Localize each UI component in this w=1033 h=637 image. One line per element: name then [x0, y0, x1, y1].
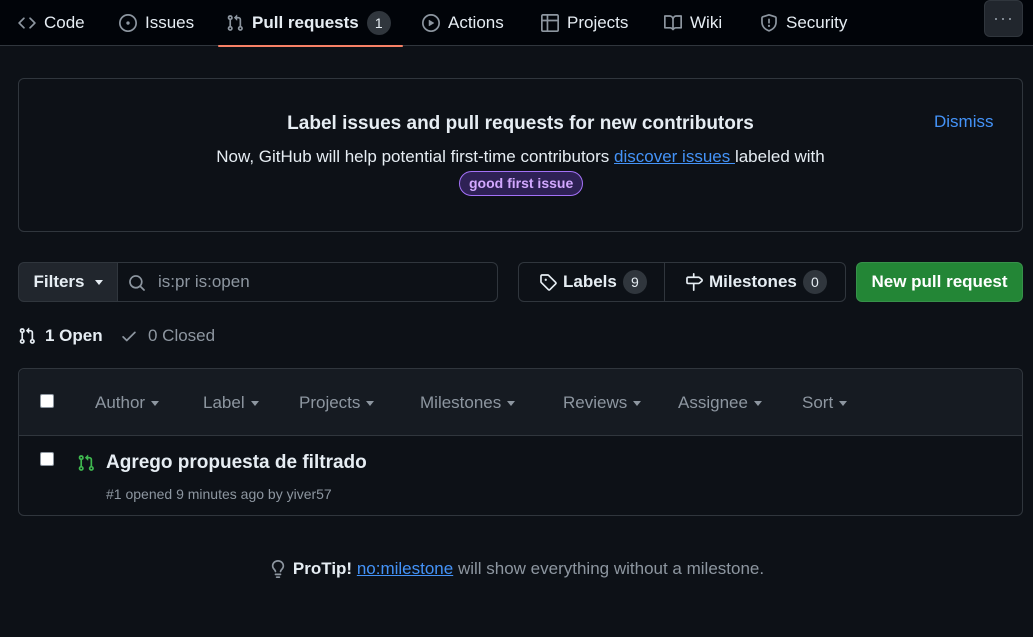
open-pull-requests-link[interactable]: 1 Open	[18, 323, 103, 349]
search-icon	[129, 275, 145, 291]
projects-filter[interactable]: Projects	[299, 391, 375, 415]
light-bulb-icon	[271, 560, 285, 578]
sort-filter[interactable]: Sort	[802, 391, 848, 415]
pull-requests-count-badge: 1	[366, 11, 391, 35]
milestone-icon	[686, 273, 703, 291]
assignee-filter[interactable]: Assignee	[678, 391, 762, 415]
milestones-filter[interactable]: Milestones	[420, 391, 516, 415]
chevron-down-icon	[839, 400, 848, 406]
pr-select-checkbox[interactable]	[40, 452, 54, 466]
chevron-down-icon	[366, 400, 375, 406]
tab-code[interactable]: Code	[10, 0, 93, 46]
author-filter[interactable]: Author	[95, 391, 160, 415]
chevron-down-icon	[151, 400, 160, 406]
discover-issues-link[interactable]: discover issues	[614, 147, 735, 166]
banner-desc-before: Now, GitHub will help potential first-ti…	[216, 147, 615, 166]
labels-label: Labels	[563, 272, 617, 291]
pr-title-link[interactable]: Agrego propuesta de filtrado	[106, 452, 367, 474]
tab-pull-requests-label: Pull requests	[252, 13, 359, 32]
git-pull-request-open-icon	[78, 454, 94, 471]
play-icon	[422, 14, 440, 32]
chevron-down-icon	[753, 400, 762, 406]
banner-description: Now, GitHub will help potential first-ti…	[19, 147, 1022, 167]
chevron-down-icon	[507, 400, 516, 406]
reviews-filter-label: Reviews	[563, 393, 628, 412]
more-tabs-button[interactable]: ···	[984, 0, 1023, 37]
tab-issues[interactable]: Issues	[111, 0, 202, 46]
author-filter-label: Author	[95, 393, 146, 412]
git-pull-request-icon	[227, 14, 243, 31]
tag-icon	[540, 274, 557, 291]
closed-pull-requests-link[interactable]: 0 Closed	[120, 323, 215, 349]
table-icon	[541, 14, 559, 32]
protip-suffix: will show everything without a milestone…	[453, 559, 765, 578]
tab-security-label: Security	[786, 13, 848, 32]
search-box	[117, 262, 498, 302]
book-icon	[664, 15, 682, 31]
no-milestone-link[interactable]: no:milestone	[357, 559, 453, 578]
tab-projects-label: Projects	[567, 13, 629, 32]
select-all-checkbox[interactable]	[40, 394, 54, 408]
milestones-button[interactable]: Milestones 0	[664, 263, 845, 301]
closed-count-label: 0 Closed	[148, 326, 216, 345]
labels-button[interactable]: Labels 9	[519, 263, 664, 301]
tab-code-label: Code	[44, 13, 85, 32]
protip-text: ProTip! no:milestone will show everythin…	[293, 559, 764, 579]
shield-icon	[761, 14, 777, 32]
check-icon	[122, 331, 136, 342]
git-pull-request-icon	[19, 327, 35, 344]
tab-security[interactable]: Security	[752, 0, 855, 46]
pr-meta: #1 opened 9 minutes ago by yiver57	[106, 486, 332, 502]
good-first-issue-label[interactable]: good first issue	[459, 171, 584, 196]
chevron-down-icon	[94, 279, 103, 285]
filters-label: Filters	[33, 272, 85, 291]
assignee-filter-label: Assignee	[678, 393, 748, 412]
protip: ProTip! no:milestone will show everythin…	[0, 559, 1033, 579]
milestones-count-badge: 0	[802, 270, 827, 294]
tab-pull-requests[interactable]: Pull requests 1	[218, 0, 403, 47]
banner-desc-after: labeled with	[734, 147, 825, 166]
open-count-label: 1 Open	[45, 326, 103, 345]
tab-issues-label: Issues	[145, 13, 195, 32]
tab-actions[interactable]: Actions	[414, 0, 512, 46]
pull-request-list: Author Label Projects Milestones Reviews…	[18, 368, 1023, 516]
labels-count-badge: 9	[622, 270, 647, 294]
repo-nav: Code Issues Pull requests 1 Actions Proj…	[0, 0, 1033, 47]
issue-opened-icon	[119, 14, 137, 32]
sort-filter-label: Sort	[802, 393, 834, 412]
list-header: Author Label Projects Milestones Reviews…	[19, 369, 1022, 436]
milestones-label: Milestones	[709, 272, 797, 291]
milestones-filter-label: Milestones	[420, 393, 502, 412]
projects-filter-label: Projects	[299, 393, 361, 412]
labels-milestones-group: Labels 9 Milestones 0	[518, 262, 846, 302]
code-icon	[18, 17, 36, 29]
tab-projects[interactable]: Projects	[533, 0, 636, 46]
chevron-down-icon	[250, 400, 259, 406]
tab-wiki[interactable]: Wiki	[656, 0, 730, 46]
tab-actions-label: Actions	[448, 13, 504, 32]
tab-wiki-label: Wiki	[690, 13, 723, 32]
chevron-down-icon	[633, 400, 642, 406]
search-input[interactable]	[158, 263, 488, 301]
filters-button[interactable]: Filters	[18, 262, 118, 302]
table-row: Agrego propuesta de filtrado #1 opened 9…	[19, 436, 1022, 515]
label-filter-label: Label	[203, 393, 245, 412]
reviews-filter[interactable]: Reviews	[563, 391, 642, 415]
banner-title: Label issues and pull requests for new c…	[287, 113, 754, 134]
label-filter[interactable]: Label	[203, 391, 259, 415]
kebab-horizontal-icon: ···	[993, 8, 1014, 28]
good-first-issue-banner: Label issues and pull requests for new c…	[18, 78, 1023, 232]
protip-prefix: ProTip!	[292, 559, 353, 578]
new-pull-request-button[interactable]: New pull request	[856, 262, 1023, 302]
dismiss-button[interactable]: Dismiss	[934, 112, 994, 132]
